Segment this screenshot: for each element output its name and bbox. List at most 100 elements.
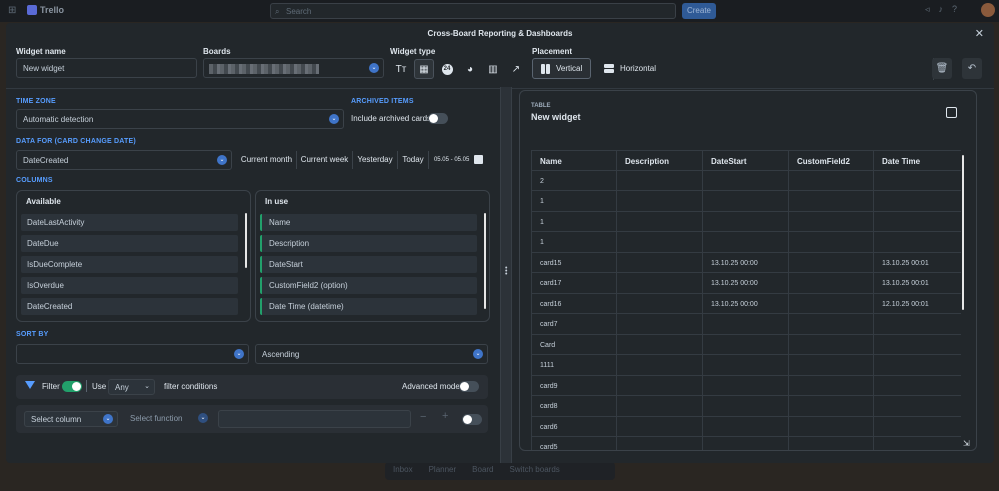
available-item[interactable]: IsDueComplete: [21, 256, 238, 273]
widget-name-label: Widget name: [16, 47, 66, 56]
filter-icon: [25, 381, 35, 389]
boards-select[interactable]: ⌄: [203, 58, 384, 78]
sort-order-select[interactable]: Ascending ⌄: [255, 344, 488, 364]
create-button[interactable]: Create: [682, 3, 716, 19]
placement-horizontal-button[interactable]: Horizontal: [596, 58, 664, 79]
delete-widget-button[interactable]: 🗑: [932, 58, 952, 79]
table-cell: card15: [531, 252, 616, 272]
bottom-nav-planner[interactable]: Planner: [429, 465, 457, 477]
archived-items-title: ARCHIVED ITEMS: [351, 98, 414, 105]
table-cell: 1: [531, 191, 616, 211]
megaphone-icon[interactable]: ◃: [925, 4, 930, 15]
table-cell: [616, 252, 702, 272]
search-icon: ⌕: [275, 7, 280, 16]
table-cell: card6: [531, 416, 616, 436]
inuse-heading: In use: [265, 197, 289, 206]
resize-corner-icon[interactable]: ⇲: [963, 439, 970, 448]
table-cell: 1111: [531, 355, 616, 375]
filter-bar: Filter Use Any ⌄ filter conditions Advan…: [16, 375, 488, 399]
table-cell: [873, 334, 961, 354]
table-cell: [788, 232, 873, 252]
add-condition-button[interactable]: +: [442, 410, 448, 422]
chevron-down-icon: ⌄: [103, 414, 113, 424]
sort-by-select[interactable]: ⌄: [16, 344, 249, 364]
bottom-nav-switch-boards[interactable]: Switch boards: [510, 465, 560, 477]
help-icon[interactable]: ?: [952, 4, 957, 15]
inuse-item[interactable]: Description: [260, 235, 477, 252]
bar-chart-icon[interactable]: ▥: [483, 59, 503, 79]
data-for-title: DATA FOR (CARD CHANGE DATE): [16, 138, 136, 145]
inuse-item[interactable]: CustomField2 (option): [260, 277, 477, 294]
text-widget-icon[interactable]: Tт: [391, 59, 411, 79]
chevron-down-icon: ⌄: [144, 383, 150, 390]
table-header-cell[interactable]: Name: [531, 151, 616, 170]
table-cell: 1: [531, 232, 616, 252]
table-scrollbar[interactable]: [962, 155, 964, 310]
table-header-cell[interactable]: Date Time: [873, 151, 961, 170]
inuse-item[interactable]: Name: [260, 214, 477, 231]
search-input[interactable]: ⌕ Search: [270, 3, 676, 19]
include-archived-label: Include archived cards: [351, 114, 432, 123]
filter-condition-row: Select column ⌄ Select function ⌄ − +: [16, 405, 488, 433]
include-archived-toggle[interactable]: [428, 113, 448, 124]
table-widget-icon[interactable]: ▦: [414, 59, 434, 79]
table-cell: [616, 314, 702, 334]
match-mode-value: Any: [115, 383, 129, 392]
app-switcher-icon[interactable]: ⊞: [8, 6, 18, 16]
table-cell: [702, 416, 788, 436]
available-item[interactable]: DateDue: [21, 235, 238, 252]
available-item[interactable]: DateCreated: [21, 298, 238, 315]
table-cell: card17: [531, 273, 616, 293]
table-cell: card16: [531, 293, 616, 313]
table-row: card6: [531, 416, 961, 437]
inuse-item[interactable]: DateStart: [260, 256, 477, 273]
match-mode-select[interactable]: Any ⌄: [108, 379, 155, 395]
reporting-modal: Cross-Board Reporting & Dashboards ✕ Wid…: [6, 23, 994, 463]
time-zone-select[interactable]: Automatic detection ⌄: [16, 109, 344, 129]
table-header-cell[interactable]: DateStart: [702, 151, 788, 170]
filter-value-input[interactable]: [218, 410, 411, 428]
available-scrollbar[interactable]: [245, 213, 247, 268]
select-column-dropdown[interactable]: Select column ⌄: [24, 411, 118, 427]
chip-current-week[interactable]: Current week: [296, 151, 352, 169]
placement-horizontal-label: Horizontal: [620, 64, 657, 73]
advanced-mode-toggle[interactable]: [459, 381, 479, 392]
bell-icon[interactable]: ♪: [939, 4, 944, 15]
inuse-scrollbar[interactable]: [484, 213, 486, 309]
line-chart-icon[interactable]: ↗: [506, 59, 526, 79]
table-cell: [616, 232, 702, 252]
available-item[interactable]: IsOverdue: [21, 277, 238, 294]
placement-vertical-button[interactable]: Vertical: [532, 58, 592, 79]
close-icon[interactable]: ✕: [975, 27, 984, 40]
columns-title: COLUMNS: [16, 177, 53, 184]
undo-button[interactable]: ↶: [962, 58, 982, 79]
avatar[interactable]: [981, 3, 995, 17]
widget-name-input[interactable]: New widget: [16, 58, 197, 78]
table-cell: [788, 191, 873, 211]
date-range-picker[interactable]: 05.05 - 05.05: [428, 151, 488, 169]
table-cell: [873, 191, 961, 211]
inuse-item[interactable]: Date Time (datetime): [260, 298, 477, 315]
bottom-nav-board[interactable]: Board: [472, 465, 493, 477]
pie-chart-icon[interactable]: ◕: [460, 59, 480, 79]
condition-toggle[interactable]: [462, 414, 482, 425]
horizontal-layout-icon: [604, 64, 614, 73]
chevron-down-icon: ⌄: [217, 155, 227, 165]
undo-icon: ↶: [967, 63, 977, 74]
resize-splitter[interactable]: • • •: [500, 87, 512, 463]
table-cell: 2: [531, 170, 616, 190]
bottom-nav-inbox[interactable]: Inbox: [393, 465, 413, 477]
table-header-cell[interactable]: CustomField2: [788, 151, 873, 170]
available-item[interactable]: DateLastActivity: [21, 214, 238, 231]
table-header-cell[interactable]: Description: [616, 151, 702, 170]
number-widget-icon[interactable]: 24: [437, 59, 457, 79]
chip-today[interactable]: Today: [397, 151, 428, 169]
select-function-dropdown[interactable]: Select function ⌄: [124, 411, 212, 427]
chip-current-month[interactable]: Current month: [237, 151, 296, 169]
chip-yesterday[interactable]: Yesterday: [352, 151, 397, 169]
app-name[interactable]: Trello: [40, 5, 64, 15]
remove-condition-button[interactable]: −: [420, 411, 426, 423]
data-for-select[interactable]: DateCreated ⌄: [16, 150, 232, 170]
filter-toggle[interactable]: [62, 381, 82, 392]
table-cell: [616, 375, 702, 395]
